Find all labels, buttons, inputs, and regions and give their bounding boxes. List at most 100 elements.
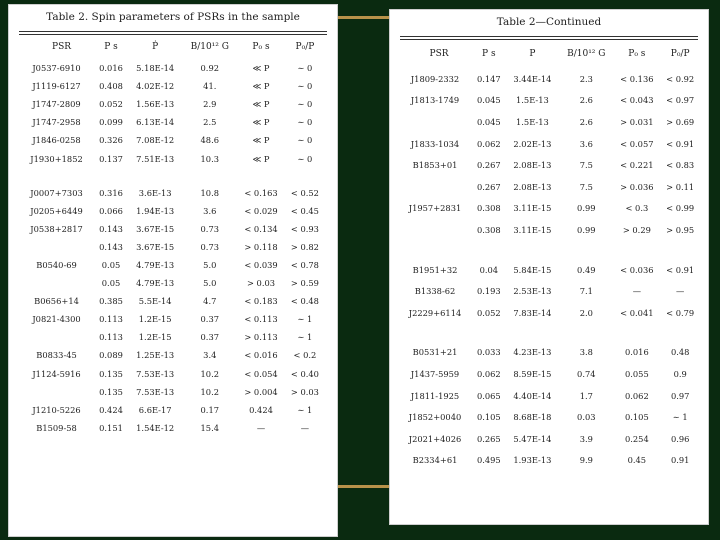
- cell-period-ratio: 0.9: [673, 368, 687, 379]
- cell-initial-period: 0.424: [249, 404, 273, 415]
- cell-period: 0.316: [99, 187, 123, 198]
- cell-period-ratio: ∼ 0: [297, 153, 313, 164]
- table-row: J1210-5226 0.424 6.6E-17 0.17 0.424 ∼ 1: [19, 401, 325, 419]
- table-row: J0537-6910 0.016 5.18E-14 0.92 ≪ P ∼ 0: [19, 59, 325, 77]
- cell-psr: J2021+4026: [408, 433, 462, 444]
- header-initial-period: P₀ s: [252, 42, 270, 52]
- group-separator-cell: [398, 324, 700, 342]
- cell-period-ratio: ∼ 0: [297, 99, 313, 110]
- table-row: 0.135 7.53E-13 10.2 > 0.004 > 0.03: [19, 383, 325, 401]
- table-title: Table 2. Spin parameters of PSRs in the …: [46, 11, 300, 23]
- table-row: J1124-5916 0.135 7.53E-13 10.2 < 0.054 < 0.40: [19, 365, 325, 383]
- cell-initial-period: < 0.134: [244, 223, 278, 234]
- cell-magnetic-field: 0.03: [577, 412, 596, 423]
- table-row: 0.045 1.5E-13 2.6 > 0.031 > 0.69: [398, 111, 700, 133]
- cell-period: 0.105: [476, 412, 501, 423]
- cell-magnetic-field: 0.99: [577, 203, 596, 214]
- table-body: J1809-2332 0.147 3.44E-14 2.3 < 0.136 < 0.92 J…: [398, 68, 700, 471]
- cell-initial-period: —: [256, 422, 266, 433]
- cell-psr: B2334+61: [412, 455, 458, 466]
- header-psr: PSR: [52, 42, 72, 52]
- cell-period-ratio: < 0.91: [666, 138, 695, 149]
- table-body: J0537-6910 0.016 5.18E-14 0.92 ≪ P ∼ 0 J1119-6…: [19, 59, 325, 437]
- cell-psr: J0007+7303: [30, 187, 83, 198]
- cell-period-ratio: 0.96: [670, 433, 690, 444]
- group-separator: [398, 324, 700, 342]
- cell-period: 0.05: [101, 259, 121, 270]
- cell-period-ratio: < 0.2: [293, 350, 317, 361]
- cell-period: 0.143: [99, 241, 123, 252]
- cell-magnetic-field: 2.9: [203, 99, 217, 110]
- cell-initial-period: ≪ P: [252, 117, 270, 128]
- cell-period-ratio: < 0.99: [666, 203, 695, 214]
- cell-initial-period: > 0.118: [244, 241, 278, 252]
- group-separator-cell: [398, 241, 700, 259]
- table-row: 0.143 3.67E-15 0.73 > 0.118 > 0.82: [19, 238, 325, 256]
- cell-initial-period: < 0.3: [625, 203, 649, 214]
- cell-period: 0.04: [479, 264, 499, 275]
- header-period-ratio: P₀/P: [295, 42, 315, 52]
- cell-period: 0.147: [476, 73, 501, 84]
- cell-period-derivative: 7.08E-12: [136, 135, 175, 146]
- cell-initial-period: 0.016: [624, 347, 649, 358]
- cell-psr: [398, 219, 472, 241]
- cell-magnetic-field: 0.49: [577, 264, 596, 275]
- table-row: J1813-1749 0.045 1.5E-13 2.6 < 0.043 < 0.97: [398, 90, 700, 112]
- cell-period-ratio: < 0.97: [666, 95, 695, 106]
- cell-psr: B1338-62: [414, 286, 456, 297]
- cell-psr: J1852+0040: [408, 412, 462, 423]
- table-row: B0531+21 0.033 4.23E-13 3.8 0.016 0.48: [398, 342, 700, 364]
- decorative-line-bottom: [337, 485, 390, 488]
- cell-magnetic-field: 41.: [203, 81, 217, 92]
- cell-period-derivative: 3.11E-15: [513, 203, 552, 214]
- cell-psr: [398, 176, 472, 198]
- cell-magnetic-field: 4.7: [203, 296, 217, 307]
- cell-period-derivative: 2.08E-13: [513, 160, 552, 171]
- cell-period-derivative: 8.59E-15: [513, 368, 552, 379]
- cell-initial-period: > 0.031: [620, 116, 654, 127]
- cell-period-derivative: 2.08E-13: [513, 181, 552, 192]
- table-row: J0821-4300 0.113 1.2E-15 0.37 < 0.113 ∼ 1: [19, 310, 325, 328]
- cell-psr: [19, 274, 94, 292]
- cell-period-derivative: 3.11E-15: [513, 224, 552, 235]
- cell-magnetic-field: 1.7: [579, 390, 593, 401]
- cell-period: 0.424: [99, 404, 123, 415]
- cell-psr: J1930+1852: [30, 153, 83, 164]
- cell-magnetic-field: 3.6: [203, 205, 217, 216]
- cell-initial-period: < 0.057: [620, 138, 654, 149]
- cell-period-ratio: ∼ 0: [297, 117, 313, 128]
- cell-period-derivative: 4.40E-14: [513, 390, 552, 401]
- cell-psr: J1811-1925: [410, 390, 460, 401]
- cell-period: 0.045: [476, 95, 501, 106]
- header-period: P s: [482, 49, 496, 59]
- cell-magnetic-field: 0.17: [200, 404, 220, 415]
- cell-period-derivative: 5.18E-14: [136, 63, 175, 74]
- cell-period-ratio: < 0.83: [666, 160, 695, 171]
- cell-period-ratio: < 0.45: [290, 205, 319, 216]
- cell-period: 0.05: [101, 278, 121, 289]
- cell-magnetic-field: 3.6: [579, 138, 593, 149]
- cell-period: 0.137: [99, 153, 123, 164]
- table-header-row: PSR P s Ṗ B/10¹² G P₀ s P₀/P: [19, 35, 325, 59]
- cell-magnetic-field: 48.6: [200, 135, 220, 146]
- cell-magnetic-field: 3.8: [579, 347, 593, 358]
- cell-period-ratio: > 0.11: [666, 181, 695, 192]
- cell-period-derivative: 1.93E-13: [513, 455, 552, 466]
- cell-psr: J0821-4300: [32, 314, 81, 325]
- table-row: J1119-6127 0.408 4.02E-12 41. ≪ P ∼ 0: [19, 77, 325, 95]
- cell-psr: J1210-5226: [32, 404, 81, 415]
- cell-period-derivative: 1.25E-13: [136, 350, 175, 361]
- cell-period: 0.267: [476, 181, 501, 192]
- cell-initial-period: ≪ P: [252, 81, 270, 92]
- header-psr: PSR: [429, 49, 449, 59]
- cell-initial-period: 0.45: [627, 455, 647, 466]
- cell-initial-period: 0.254: [624, 433, 649, 444]
- table-row: 0.308 3.11E-15 0.99 > 0.29 > 0.95: [398, 219, 700, 241]
- cell-magnetic-field: 2.0: [579, 307, 593, 318]
- cell-period-ratio: < 0.91: [666, 264, 695, 275]
- cell-period: 0.265: [476, 433, 501, 444]
- cell-period-ratio: < 0.92: [666, 73, 695, 84]
- table-row: B2334+61 0.495 1.93E-13 9.9 0.45 0.91: [398, 450, 700, 472]
- cell-period-derivative: 7.51E-13: [136, 153, 175, 164]
- cell-magnetic-field: 9.9: [579, 455, 593, 466]
